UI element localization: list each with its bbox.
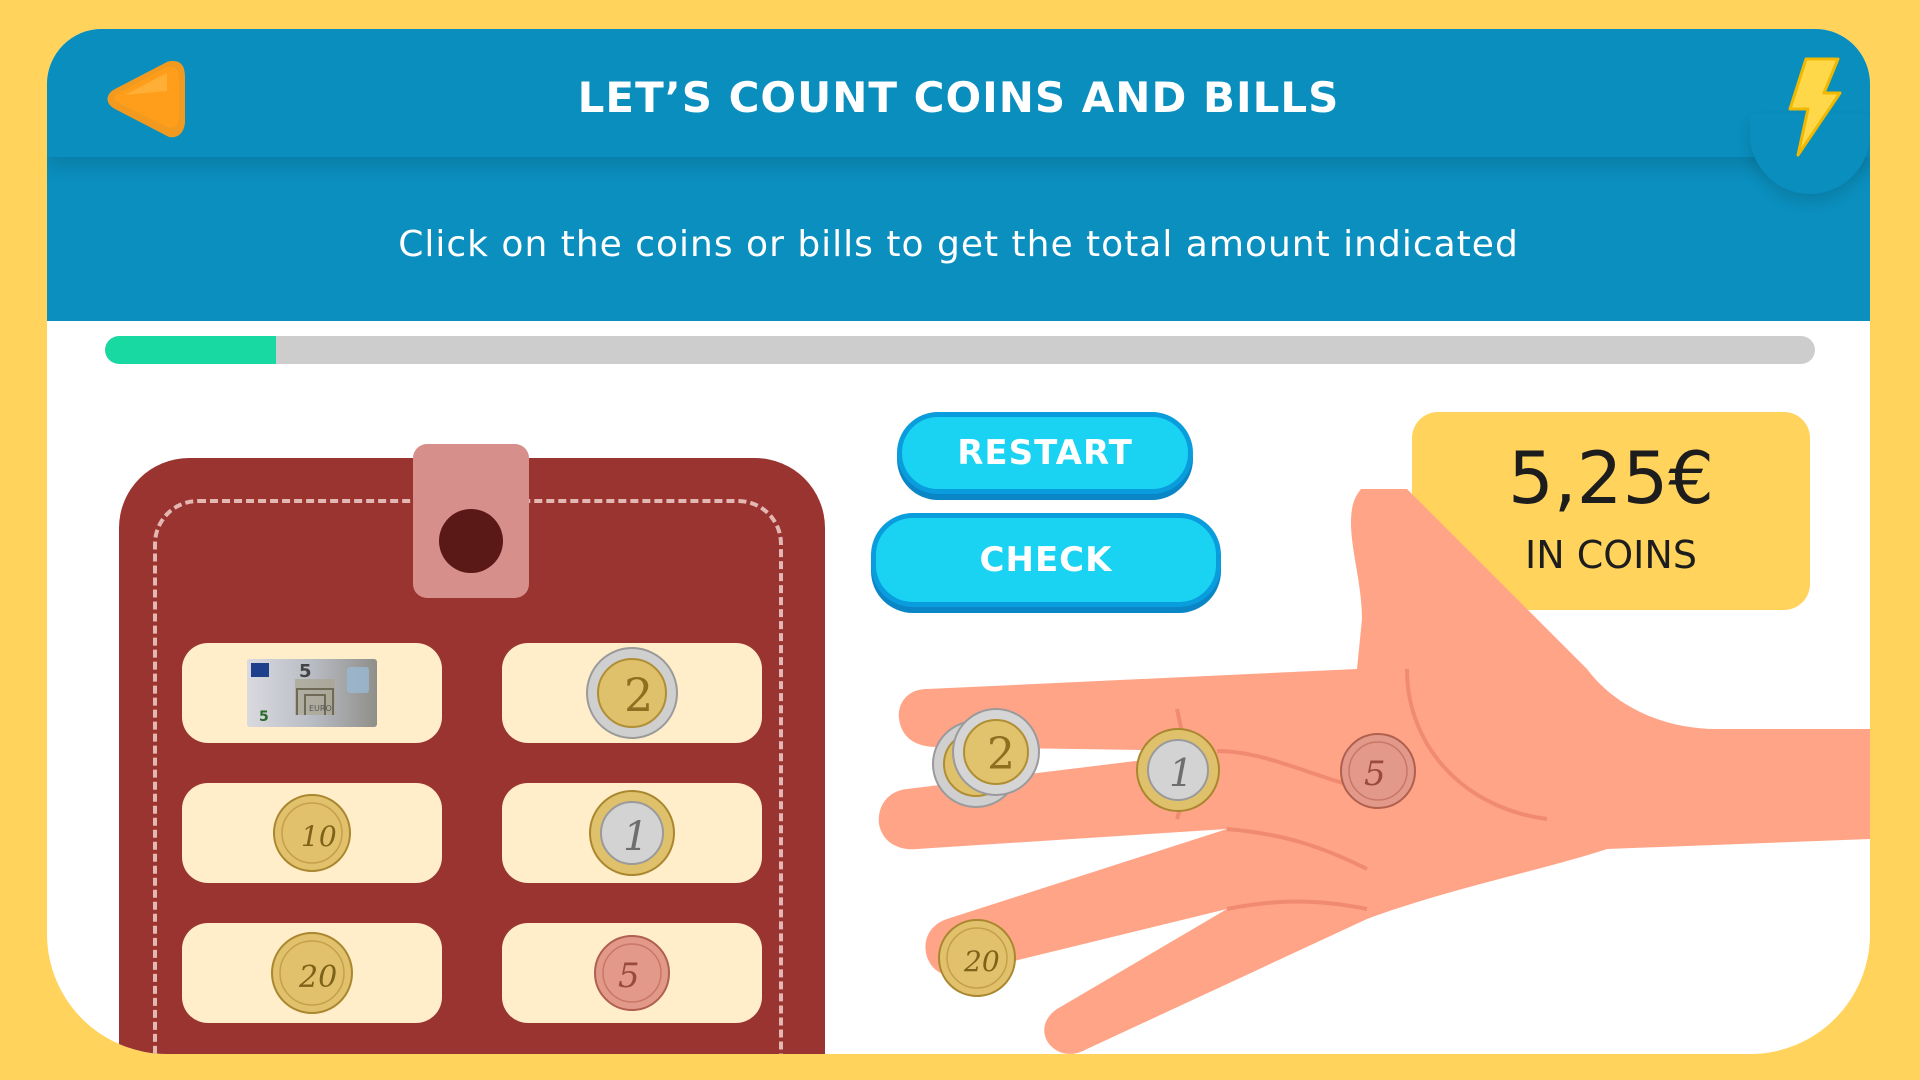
wallet: 5 5 EURO 2 10 1 20 5 xyxy=(119,444,825,1054)
progress-bar xyxy=(105,336,1815,364)
svg-text:EURO: EURO xyxy=(309,704,332,713)
restart-button[interactable]: RESTART xyxy=(897,412,1193,494)
svg-text:5: 5 xyxy=(618,956,640,996)
wallet-slot-10-cent-coin[interactable]: 10 xyxy=(182,783,442,883)
wallet-slot-5-cent-coin[interactable]: 5 xyxy=(502,923,762,1023)
progress-fill xyxy=(105,336,276,364)
svg-text:1: 1 xyxy=(1169,751,1193,795)
page-title: LET’S COUNT COINS AND BILLS xyxy=(577,73,1340,122)
wallet-slot-5-euro-bill[interactable]: 5 5 EURO xyxy=(182,643,442,743)
svg-text:2: 2 xyxy=(624,668,653,722)
title-bar: LET’S COUNT COINS AND BILLS xyxy=(47,29,1870,157)
svg-text:5: 5 xyxy=(259,709,269,725)
twenty-cent-coin-icon: 20 xyxy=(271,932,353,1014)
svg-text:10: 10 xyxy=(301,820,337,853)
wallet-slot-2-euro-coin[interactable]: 2 xyxy=(502,643,762,743)
five-cent-coin-icon: 5 xyxy=(594,935,670,1011)
svg-text:2: 2 xyxy=(987,729,1015,780)
svg-text:20: 20 xyxy=(298,960,337,995)
power-button[interactable] xyxy=(1750,29,1870,194)
ten-cent-coin-icon: 10 xyxy=(273,794,351,872)
hand-coin-20-cent[interactable]: 20 xyxy=(936,917,1018,999)
svg-text:1: 1 xyxy=(623,814,648,860)
two-euro-coin-icon: 2 xyxy=(586,647,678,739)
lightning-bolt-icon xyxy=(1788,57,1842,157)
svg-text:5: 5 xyxy=(299,661,312,682)
wallet-slot-20-cent-coin[interactable]: 20 xyxy=(182,923,442,1023)
svg-text:5: 5 xyxy=(1364,754,1386,794)
wallet-slot-1-euro-coin[interactable]: 1 xyxy=(502,783,762,883)
svg-text:20: 20 xyxy=(963,945,1000,978)
five-euro-bill-icon: 5 5 EURO xyxy=(247,659,377,727)
hand-coin-5-cent[interactable]: 5 xyxy=(1338,731,1418,811)
wallet-clasp xyxy=(413,444,529,598)
hand-coin-1-euro[interactable]: 1 xyxy=(1134,726,1222,814)
hand-coin-2-euro-front[interactable]: 2 xyxy=(950,706,1042,798)
instruction-text: Click on the coins or bills to get the t… xyxy=(398,224,1519,265)
game-card: LET’S COUNT COINS AND BILLS Click on the… xyxy=(47,29,1870,1054)
one-euro-coin-icon: 1 xyxy=(589,790,675,876)
wallet-clasp-hole xyxy=(439,509,503,573)
header: LET’S COUNT COINS AND BILLS Click on the… xyxy=(47,29,1870,321)
